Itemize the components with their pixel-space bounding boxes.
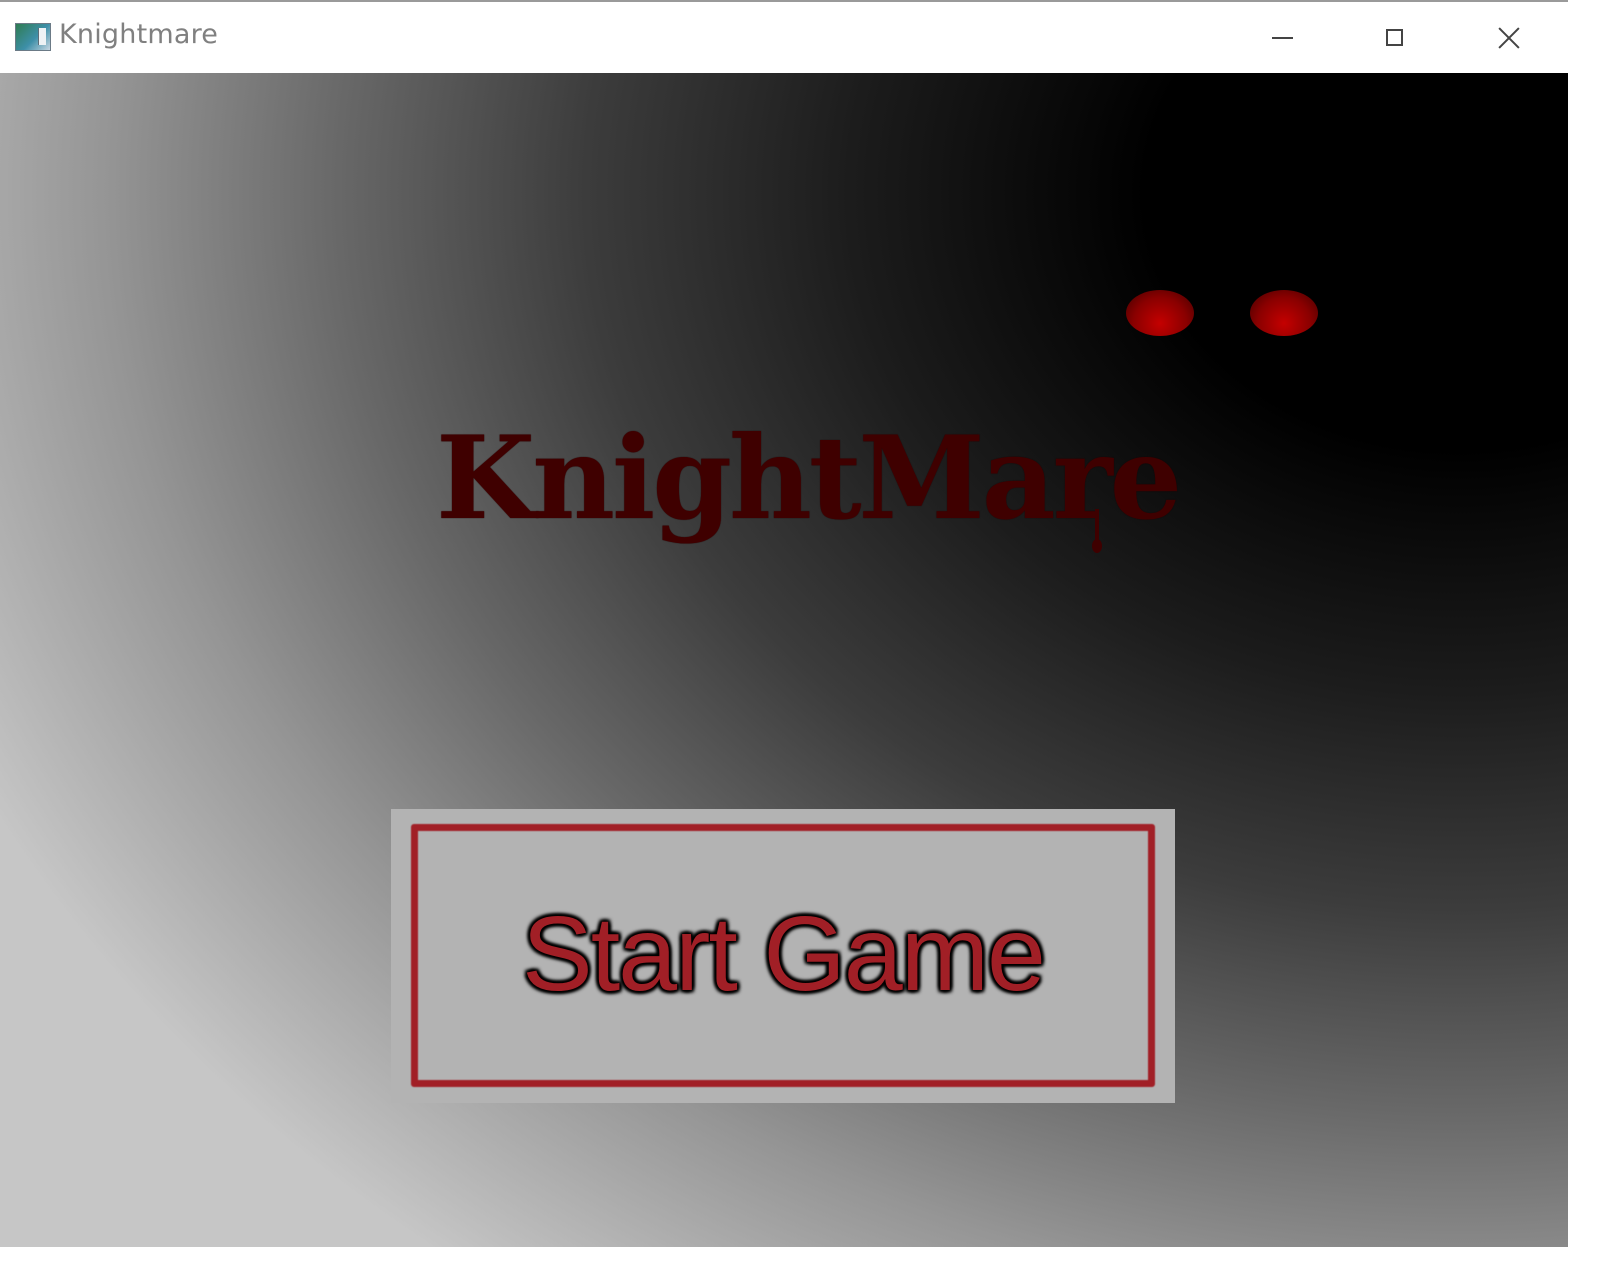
red-eye-right — [1250, 290, 1318, 336]
maximize-button[interactable] — [1338, 2, 1450, 73]
blood-drip-icon — [1092, 509, 1102, 555]
game-logo-title: KnightMare — [436, 411, 1182, 545]
title-bar[interactable]: Knightmare — [0, 2, 1568, 73]
start-game-label: Start Game — [522, 895, 1046, 1013]
close-icon — [1498, 27, 1520, 49]
close-button[interactable] — [1453, 2, 1565, 73]
minimize-button[interactable] — [1226, 2, 1338, 73]
start-game-button[interactable]: Start Game — [391, 809, 1175, 1103]
red-eye-left — [1126, 290, 1194, 336]
minimize-icon — [1271, 36, 1293, 39]
app-icon — [15, 23, 51, 51]
app-window: Knightmare KnightMare Start Game — [0, 0, 1568, 1247]
game-canvas: KnightMare Start Game — [0, 73, 1568, 1247]
window-title: Knightmare — [59, 19, 219, 50]
maximize-icon — [1385, 29, 1403, 46]
